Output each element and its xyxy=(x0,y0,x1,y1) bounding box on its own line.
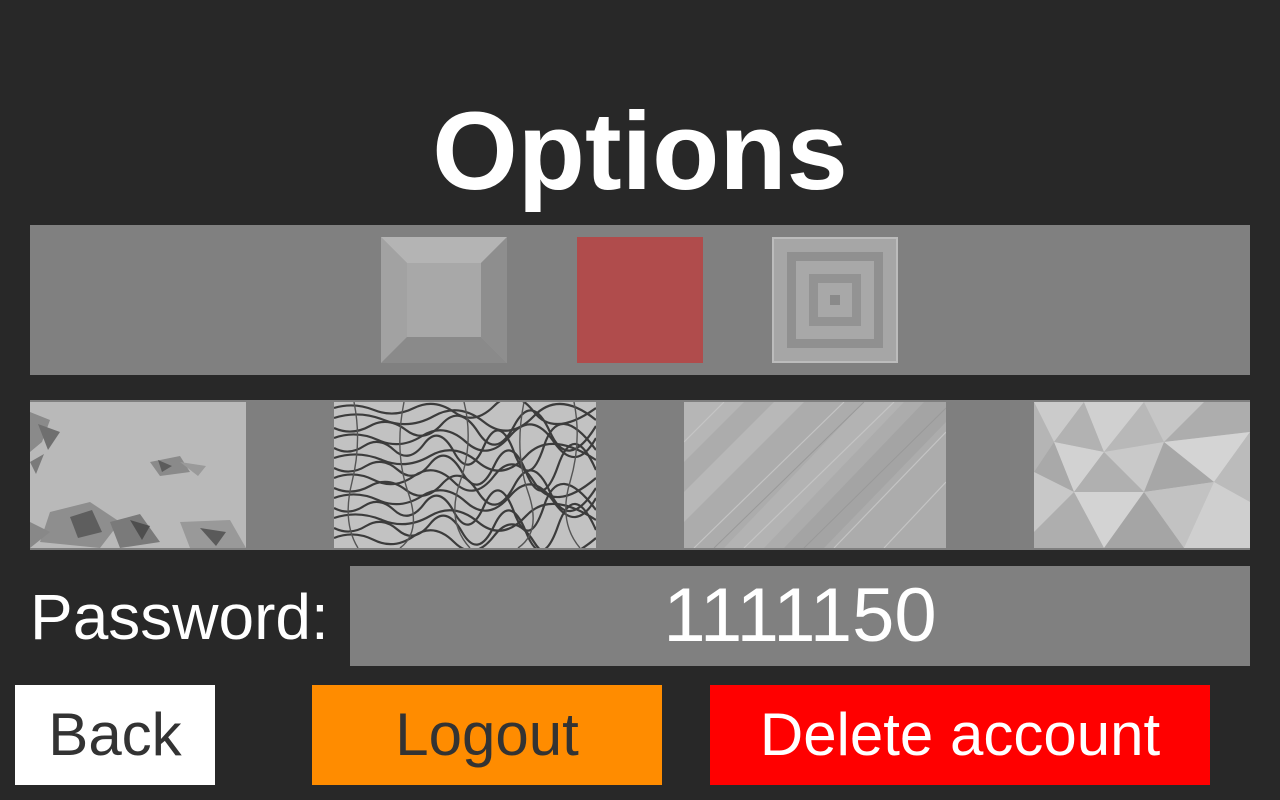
silk-diagonal-texture-icon xyxy=(684,402,946,548)
background-shattered-glass[interactable] xyxy=(30,402,246,548)
tile-style-selector xyxy=(30,225,1250,375)
background-low-poly[interactable] xyxy=(1034,402,1250,548)
shattered-glass-texture-icon xyxy=(30,402,246,548)
bevel-square-icon xyxy=(381,237,507,363)
concentric-squares-icon xyxy=(772,237,898,363)
background-selector xyxy=(30,400,1250,550)
red-square-icon xyxy=(577,237,703,363)
low-poly-texture-icon xyxy=(1034,402,1250,548)
password-label: Password: xyxy=(30,581,329,653)
tile-style-red-square[interactable] xyxy=(577,237,703,363)
background-silk-diagonal[interactable] xyxy=(684,402,946,548)
background-zebra-waves[interactable] xyxy=(334,402,596,548)
tile-style-concentric-squares[interactable] xyxy=(772,237,898,363)
options-screen: Options Password: 1111150 Back Logout De… xyxy=(0,0,1280,800)
zebra-waves-texture-icon xyxy=(334,402,596,548)
tile-style-bevel-square[interactable] xyxy=(381,237,507,363)
password-field[interactable] xyxy=(350,566,1250,666)
logout-button[interactable]: Logout xyxy=(312,685,662,785)
delete-account-button[interactable]: Delete account xyxy=(710,685,1210,785)
back-button[interactable]: Back xyxy=(15,685,215,785)
page-title: Options xyxy=(432,90,848,213)
